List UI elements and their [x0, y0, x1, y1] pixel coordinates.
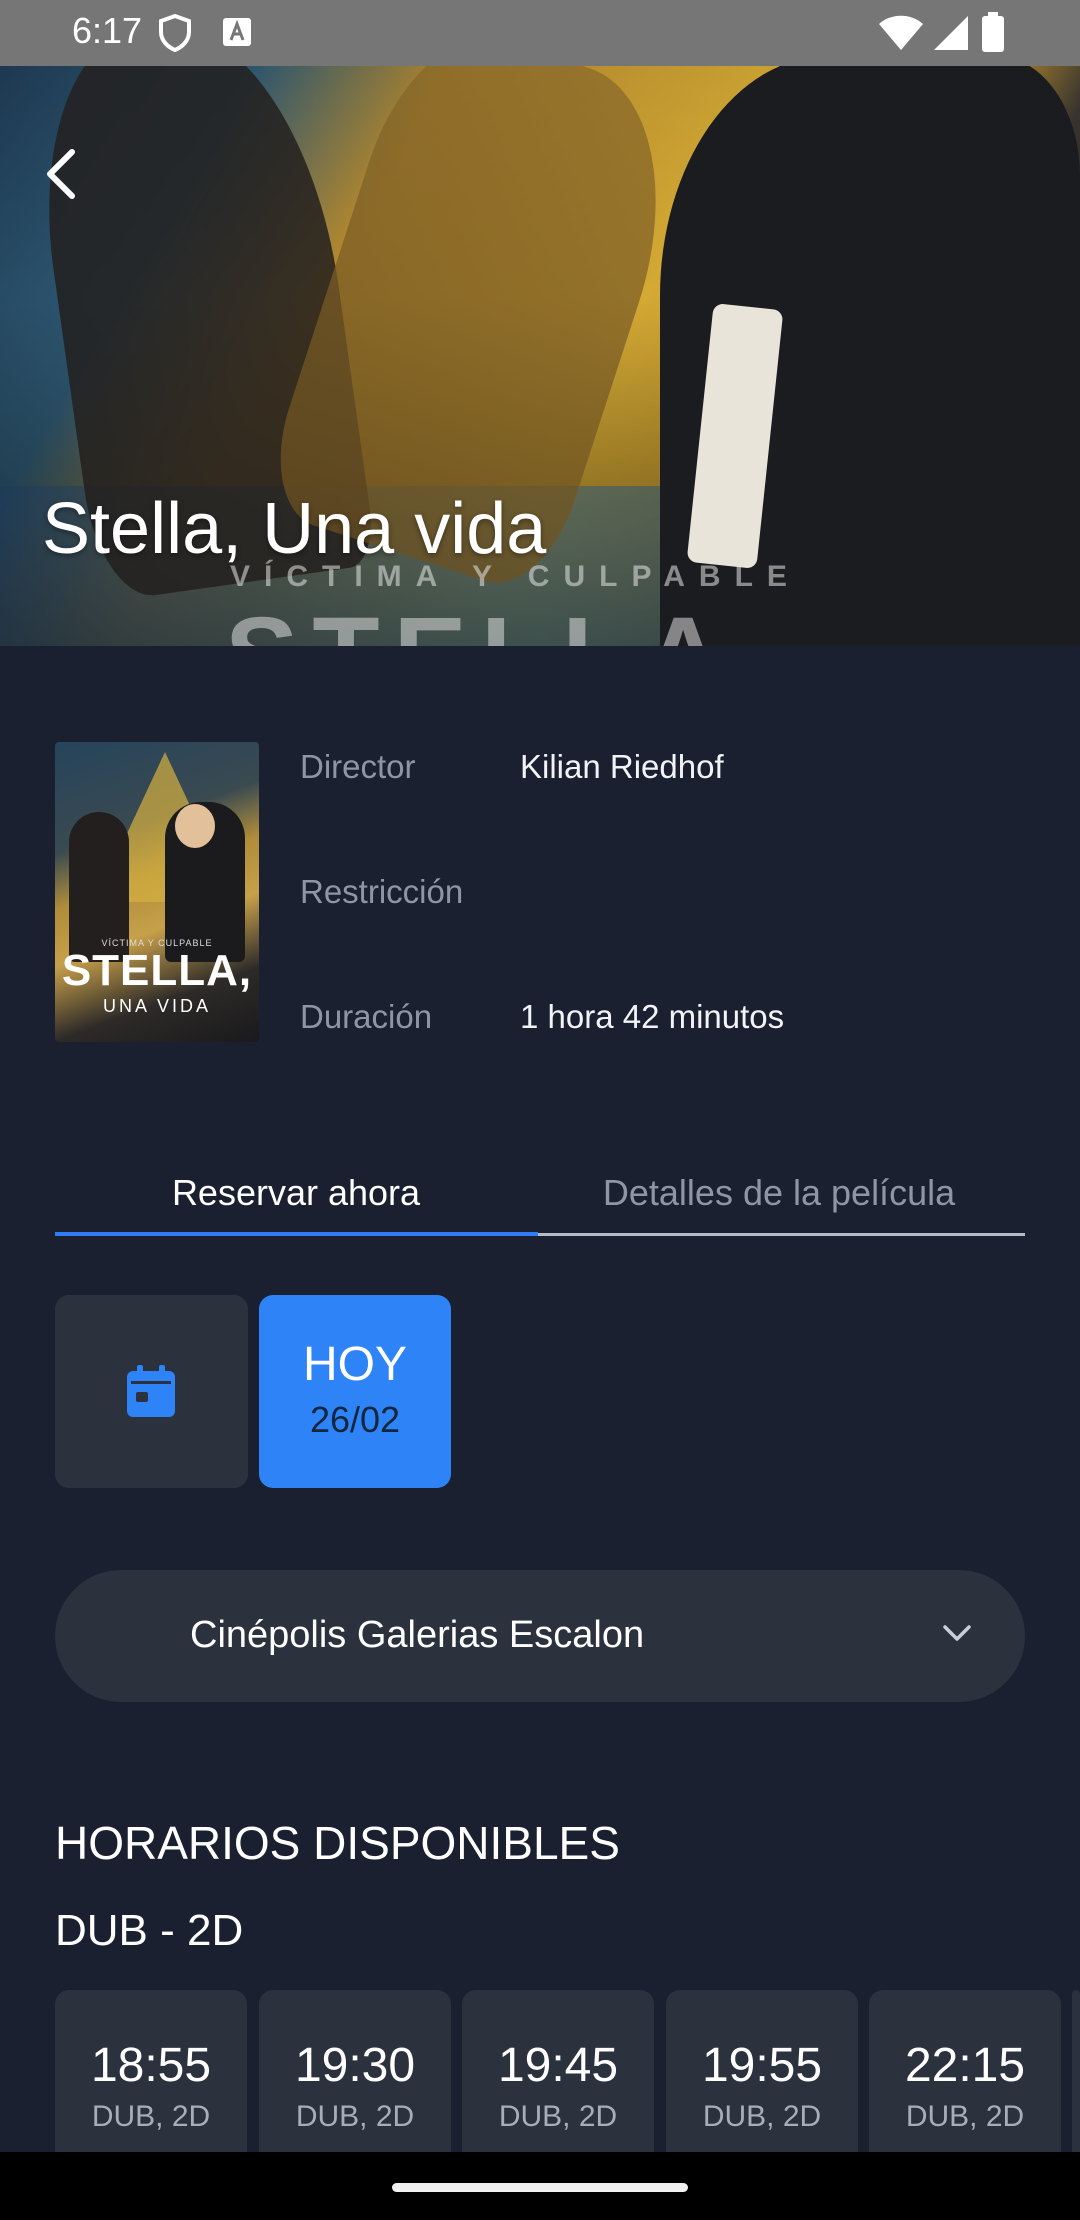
showtime-button[interactable]: 18:55 DUB, 2D	[55, 1990, 247, 2160]
calendar-button[interactable]	[55, 1295, 248, 1488]
battery-icon	[982, 12, 1004, 52]
poster-title: STELLA,	[61, 946, 253, 995]
showtime-format: DUB, 2D	[702, 2100, 822, 2133]
showtime-time: 19:30	[294, 2039, 416, 2092]
poster-subtitle: UNA VIDA	[102, 996, 212, 1016]
showtime-button[interactable]: 19:45 DUB, 2D	[462, 1990, 654, 2160]
date-value: 26/02	[309, 1399, 401, 1440]
director-label: Director	[300, 748, 416, 785]
restriction-label: Restricción	[300, 873, 464, 910]
showtime-time: 19:45	[497, 2039, 619, 2092]
cinema-selected-label: Cinépolis Galerias Escalon	[190, 1614, 645, 1656]
showtime-format: DUB, 2D	[91, 2100, 211, 2133]
hero-big-text: STELLA	[225, 602, 737, 647]
showtime-button[interactable]: 19:30 DUB, 2D	[259, 1990, 451, 2160]
showtime-button[interactable]: 19:55 DUB, 2D	[666, 1990, 858, 2160]
format-title: DUB - 2D	[55, 1906, 244, 1955]
movie-title: Stella, Una vida	[42, 489, 547, 569]
showtime-button[interactable]: 22:15 DUB, 2D	[869, 1990, 1061, 2160]
font-a-icon	[223, 18, 251, 46]
signal-icon	[934, 16, 968, 50]
date-today-button[interactable]: HOY 26/02	[259, 1295, 451, 1488]
showtime-format: DUB, 2D	[905, 2100, 1025, 2133]
cinema-dropdown[interactable]: Cinépolis Galerias Escalon	[55, 1570, 1025, 1702]
status-time: 6:17	[72, 10, 143, 51]
tab-detalles-pelicula[interactable]: Detalles de la película	[538, 1172, 1020, 1232]
shield-icon	[159, 14, 191, 52]
section-title-horarios: HORARIOS DISPONIBLES	[55, 1817, 620, 1869]
calendar-icon	[127, 1365, 175, 1417]
chevron-left-icon[interactable]	[42, 146, 82, 202]
tab-active-indicator	[55, 1232, 538, 1236]
showtime-time: 19:55	[701, 2039, 823, 2092]
tab-underline	[538, 1233, 1025, 1236]
duration-value: 1 hora 42 minutos	[520, 998, 785, 1035]
movie-poster: VÍCTIMA Y CULPABLE STELLA, UNA VIDA	[55, 742, 259, 1042]
chevron-down-icon	[943, 1625, 971, 1641]
date-day-label: HOY	[302, 1338, 407, 1391]
director-value: Kilian Riedhof	[520, 748, 724, 785]
duration-label: Duración	[300, 998, 433, 1035]
status-bar: 6:17	[0, 0, 1080, 66]
showtime-format: DUB, 2D	[498, 2100, 618, 2133]
showtime-format: DUB, 2D	[295, 2100, 415, 2133]
showtime-time: 18:55	[90, 2039, 212, 2092]
wifi-icon	[879, 15, 923, 50]
home-gesture-handle[interactable]	[392, 2183, 688, 2192]
showtime-button-partial[interactable]	[1072, 1990, 1080, 2160]
showtime-time: 22:15	[904, 2039, 1026, 2092]
tab-reservar-ahora[interactable]: Reservar ahora	[55, 1172, 537, 1232]
